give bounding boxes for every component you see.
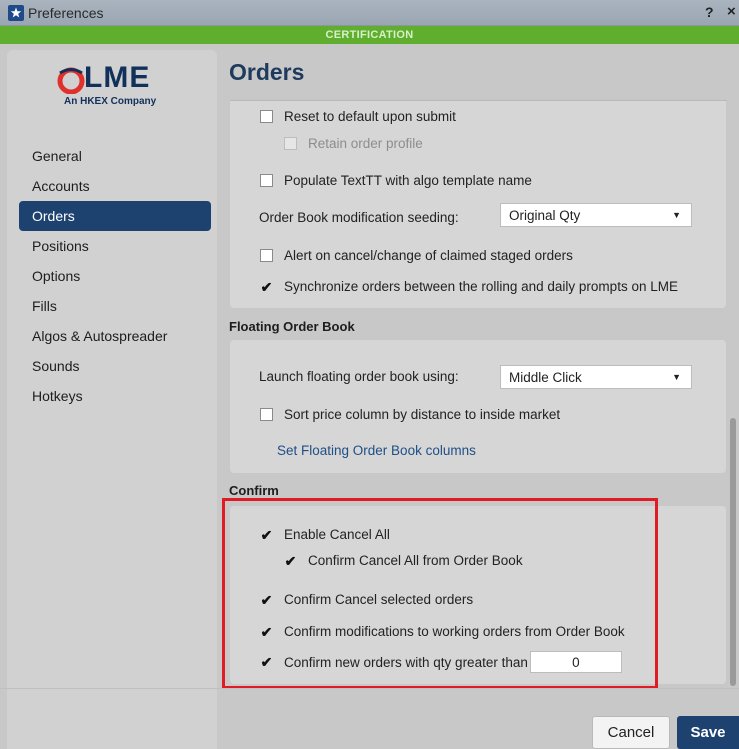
confirm-section-title: Confirm	[229, 483, 279, 498]
sidebar-item-positions[interactable]: Positions	[19, 231, 211, 261]
confirm-cancel-all-checkbox[interactable]: ✔	[284, 554, 297, 568]
launch-label: Launch floating order book using:	[259, 369, 459, 384]
reset-default-label: Reset to default upon submit	[284, 109, 456, 124]
lme-logo-mark-icon	[57, 67, 85, 94]
launch-value: Middle Click	[509, 369, 582, 385]
seeding-label: Order Book modification seeding:	[259, 210, 459, 225]
confirm-cancel-selected-checkbox[interactable]: ✔	[260, 593, 273, 607]
sidebar-item-general[interactable]: General	[19, 141, 211, 171]
window-titlebar: Preferences ? ×	[0, 0, 739, 26]
scrollbar-thumb[interactable]	[730, 418, 736, 686]
chevron-down-icon: ▼	[672, 210, 681, 220]
seeding-label-row: Order Book modification seeding:	[259, 210, 459, 225]
alert-cancel-checkbox[interactable]	[260, 249, 273, 262]
alert-cancel-option[interactable]: Alert on cancel/change of claimed staged…	[260, 248, 573, 263]
cancel-button[interactable]: Cancel	[592, 716, 670, 749]
chevron-down-icon: ▼	[672, 372, 681, 382]
logo-name: LME	[84, 61, 151, 94]
retain-profile-checkbox	[284, 137, 297, 150]
confirm-new-orders-option[interactable]: ✔ Confirm new orders with qty greater th…	[260, 651, 622, 673]
populate-texttt-label: Populate TextTT with algo template name	[284, 173, 532, 188]
reset-default-checkbox[interactable]	[260, 110, 273, 123]
sidebar-item-fills[interactable]: Fills	[19, 291, 211, 321]
window-title: Preferences	[28, 5, 104, 21]
floating-section-title: Floating Order Book	[229, 319, 355, 334]
floating-columns-link[interactable]: Set Floating Order Book columns	[277, 443, 476, 458]
launch-label-row: Launch floating order book using:	[259, 369, 459, 384]
seeding-value: Original Qty	[509, 207, 581, 223]
sort-price-label: Sort price column by distance to inside …	[284, 407, 561, 422]
confirm-modifications-label: Confirm modifications to working orders …	[284, 624, 625, 639]
confirm-cancel-all-option[interactable]: ✔ Confirm Cancel All from Order Book	[284, 553, 523, 568]
synchronize-checkbox[interactable]: ✔	[260, 280, 273, 294]
sort-price-checkbox[interactable]	[260, 408, 273, 421]
lme-logo: LME An HKEX Company	[54, 61, 174, 110]
launch-select[interactable]: Middle Click ▼	[500, 365, 692, 389]
logo-tagline: An HKEX Company	[64, 96, 157, 107]
settings-scroll-area[interactable]: Reset to default upon submit Retain orde…	[222, 101, 726, 688]
page-title: Orders	[229, 59, 305, 85]
environment-banner: CERTIFICATION	[0, 26, 739, 44]
sidebar-item-options[interactable]: Options	[19, 261, 211, 291]
synchronize-option[interactable]: ✔ Synchronize orders between the rolling…	[260, 279, 678, 294]
confirm-cancel-selected-label: Confirm Cancel selected orders	[284, 592, 474, 607]
confirm-cancel-selected-option[interactable]: ✔ Confirm Cancel selected orders	[260, 592, 473, 607]
seeding-select[interactable]: Original Qty ▼	[500, 203, 692, 227]
sidebar-item-orders[interactable]: Orders	[19, 201, 211, 231]
confirm-modifications-option[interactable]: ✔ Confirm modifications to working order…	[260, 624, 625, 639]
preferences-app-icon	[8, 5, 24, 21]
sidebar-item-accounts[interactable]: Accounts	[19, 171, 211, 201]
reset-default-option[interactable]: Reset to default upon submit	[260, 109, 456, 124]
synchronize-label: Synchronize orders between the rolling a…	[284, 279, 678, 294]
enable-cancel-all-checkbox[interactable]: ✔	[260, 528, 273, 542]
populate-texttt-checkbox[interactable]	[260, 174, 273, 187]
confirm-cancel-all-label: Confirm Cancel All from Order Book	[308, 553, 523, 568]
enable-cancel-all-label: Enable Cancel All	[284, 527, 390, 542]
confirm-modifications-checkbox[interactable]: ✔	[260, 625, 273, 639]
close-icon[interactable]: ×	[727, 3, 736, 20]
sidebar-item-hotkeys[interactable]: Hotkeys	[19, 381, 211, 411]
retain-profile-label: Retain order profile	[308, 136, 423, 151]
sidebar-item-algos-autospreader[interactable]: Algos & Autospreader	[19, 321, 211, 351]
enable-cancel-all-option[interactable]: ✔ Enable Cancel All	[260, 527, 390, 542]
confirm-new-orders-label: Confirm new orders with qty greater than	[284, 654, 528, 670]
footer-divider	[0, 688, 739, 689]
save-button[interactable]: Save	[677, 716, 739, 749]
populate-texttt-option[interactable]: Populate TextTT with algo template name	[260, 173, 532, 188]
sidebar-item-sounds[interactable]: Sounds	[19, 351, 211, 381]
help-icon[interactable]: ?	[705, 4, 714, 20]
sort-price-option[interactable]: Sort price column by distance to inside …	[260, 407, 560, 422]
sidebar-nav: General Accounts Orders Positions Option…	[19, 141, 211, 411]
confirm-new-orders-checkbox[interactable]: ✔	[260, 655, 273, 669]
alert-cancel-label: Alert on cancel/change of claimed staged…	[284, 248, 573, 263]
environment-banner-label: CERTIFICATION	[325, 29, 414, 41]
retain-profile-option: Retain order profile	[284, 136, 423, 151]
qty-threshold-input[interactable]: 0	[529, 651, 622, 673]
